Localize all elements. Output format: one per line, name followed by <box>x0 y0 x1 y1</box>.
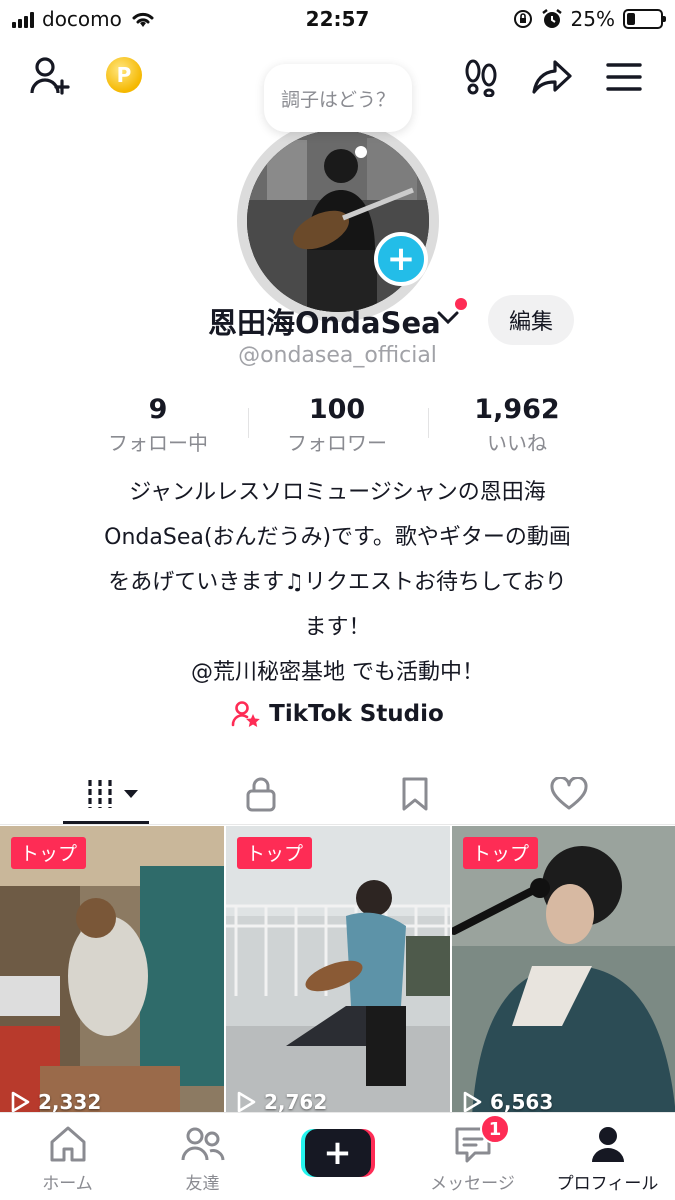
tab-liked[interactable] <box>495 765 643 823</box>
followers-count: 100 <box>308 394 366 425</box>
bio-line: ます！ <box>304 615 371 640</box>
menu-button[interactable] <box>602 55 646 99</box>
followers-label: フォロワー <box>287 431 387 455</box>
bubble-tail <box>355 146 367 158</box>
tab-private[interactable] <box>187 765 335 823</box>
heart-icon <box>550 777 588 810</box>
bio-line: をあげていきます♫リクエストお待ちしており <box>108 570 567 595</box>
bookmark-icon <box>402 777 428 811</box>
top-badge: トップ <box>463 837 539 869</box>
bio-line: ジャンルレスソロミュージシャンの恩田海 <box>129 480 546 505</box>
bio-mention-line[interactable]: @荒川秘密基地 でも活動中！ <box>40 650 635 695</box>
video-thumbnail[interactable]: トップ 2,332 <box>0 826 224 1116</box>
bio: ジャンルレスソロミュージシャンの恩田海 OndaSea(おんだうみ)です。歌やギ… <box>40 470 635 695</box>
plus-icon: + <box>304 1129 371 1177</box>
video-thumbnail-image <box>0 826 224 1116</box>
status-bar: docomo 22:57 25% <box>0 0 675 40</box>
coin-button[interactable]: P <box>106 57 142 93</box>
create-button[interactable]: + <box>300 1129 375 1177</box>
following-label: フォロー中 <box>108 431 208 455</box>
video-thumbnail-image <box>226 826 450 1116</box>
view-count: 2,332 <box>10 1090 101 1114</box>
play-icon <box>237 1091 256 1113</box>
nav-home-label: ホーム <box>42 1174 93 1194</box>
view-count: 6,563 <box>462 1090 553 1114</box>
view-count: 2,762 <box>236 1090 327 1114</box>
play-icon <box>463 1091 482 1113</box>
nav-friends[interactable]: 友達 <box>135 1113 270 1200</box>
battery-icon <box>623 9 666 29</box>
edit-profile-button[interactable]: 編集 <box>488 295 574 345</box>
lock-icon <box>246 777 276 812</box>
status-bubble[interactable]: 調子はどう？ <box>264 64 412 132</box>
bottom-nav: ホーム 友達 + メッセージ プロフィール <box>0 1112 675 1200</box>
play-icon <box>11 1091 30 1113</box>
add-friend-button[interactable] <box>28 55 72 99</box>
likes-label: いいね <box>487 431 547 455</box>
top-badge: トップ <box>11 837 87 869</box>
tabs-divider <box>0 824 675 825</box>
following-count: 9 <box>148 394 168 425</box>
profile-icon <box>591 1127 624 1162</box>
tiktok-studio-label: TikTok Studio <box>269 701 444 727</box>
tab-saved[interactable] <box>341 765 489 823</box>
coin-icon: P <box>116 63 132 87</box>
nav-inbox[interactable]: メッセージ <box>405 1113 540 1200</box>
friends-icon <box>181 1127 224 1161</box>
bio-line: OndaSea(おんだうみ)です。歌やギターの動画 <box>104 525 571 550</box>
home-icon <box>50 1126 85 1162</box>
orientation-lock-icon <box>513 10 532 28</box>
followers-stat[interactable]: 100 フォロワー <box>247 394 427 456</box>
display-name[interactable]: 恩田海OndaSea <box>208 300 441 342</box>
notification-dot <box>455 298 467 310</box>
view-count-value: 2,332 <box>38 1090 102 1114</box>
share-profile-button[interactable] <box>530 55 574 99</box>
hamburger-menu-icon <box>606 63 642 91</box>
footprints-icon <box>465 59 497 97</box>
video-thumbnail[interactable]: トップ 2,762 <box>226 826 450 1116</box>
message-count-badge: 1 <box>480 1114 510 1144</box>
tab-videos[interactable] <box>40 765 188 823</box>
share-arrow-icon <box>532 60 572 94</box>
alarm-icon <box>541 9 562 28</box>
likes-stat[interactable]: 1,962 いいね <box>427 394 607 456</box>
nav-profile[interactable]: プロフィール <box>540 1113 675 1200</box>
nav-friends-label: 友達 <box>185 1174 220 1194</box>
likes-count: 1,962 <box>474 394 560 425</box>
chevron-down-icon[interactable] <box>436 307 460 327</box>
add-story-button[interactable]: + <box>374 232 428 286</box>
creator-star-icon <box>231 701 260 727</box>
battery-percent: 25% <box>570 7 615 31</box>
battery-fill <box>627 13 635 25</box>
person-plus-icon <box>30 57 70 95</box>
nav-inbox-label: メッセージ <box>430 1174 515 1194</box>
tiktok-studio-link[interactable]: TikTok Studio <box>0 700 675 728</box>
nav-home[interactable]: ホーム <box>0 1113 135 1200</box>
videos-grid-icon <box>88 780 138 808</box>
profile-views-button[interactable] <box>459 55 503 99</box>
username-handle: @ondasea_official <box>238 343 437 368</box>
view-count-value: 6,563 <box>490 1090 554 1114</box>
top-badge: トップ <box>237 837 313 869</box>
view-count-value: 2,762 <box>264 1090 328 1114</box>
video-thumbnail[interactable]: トップ 6,563 <box>452 826 675 1116</box>
video-thumbnail-image <box>452 826 675 1116</box>
following-stat[interactable]: 9 フォロー中 <box>68 394 248 456</box>
nav-profile-label: プロフィール <box>556 1174 659 1194</box>
status-bubble-text: 調子はどう？ <box>280 88 395 111</box>
nav-create[interactable]: + <box>270 1113 405 1200</box>
plus-icon: + <box>386 239 416 279</box>
